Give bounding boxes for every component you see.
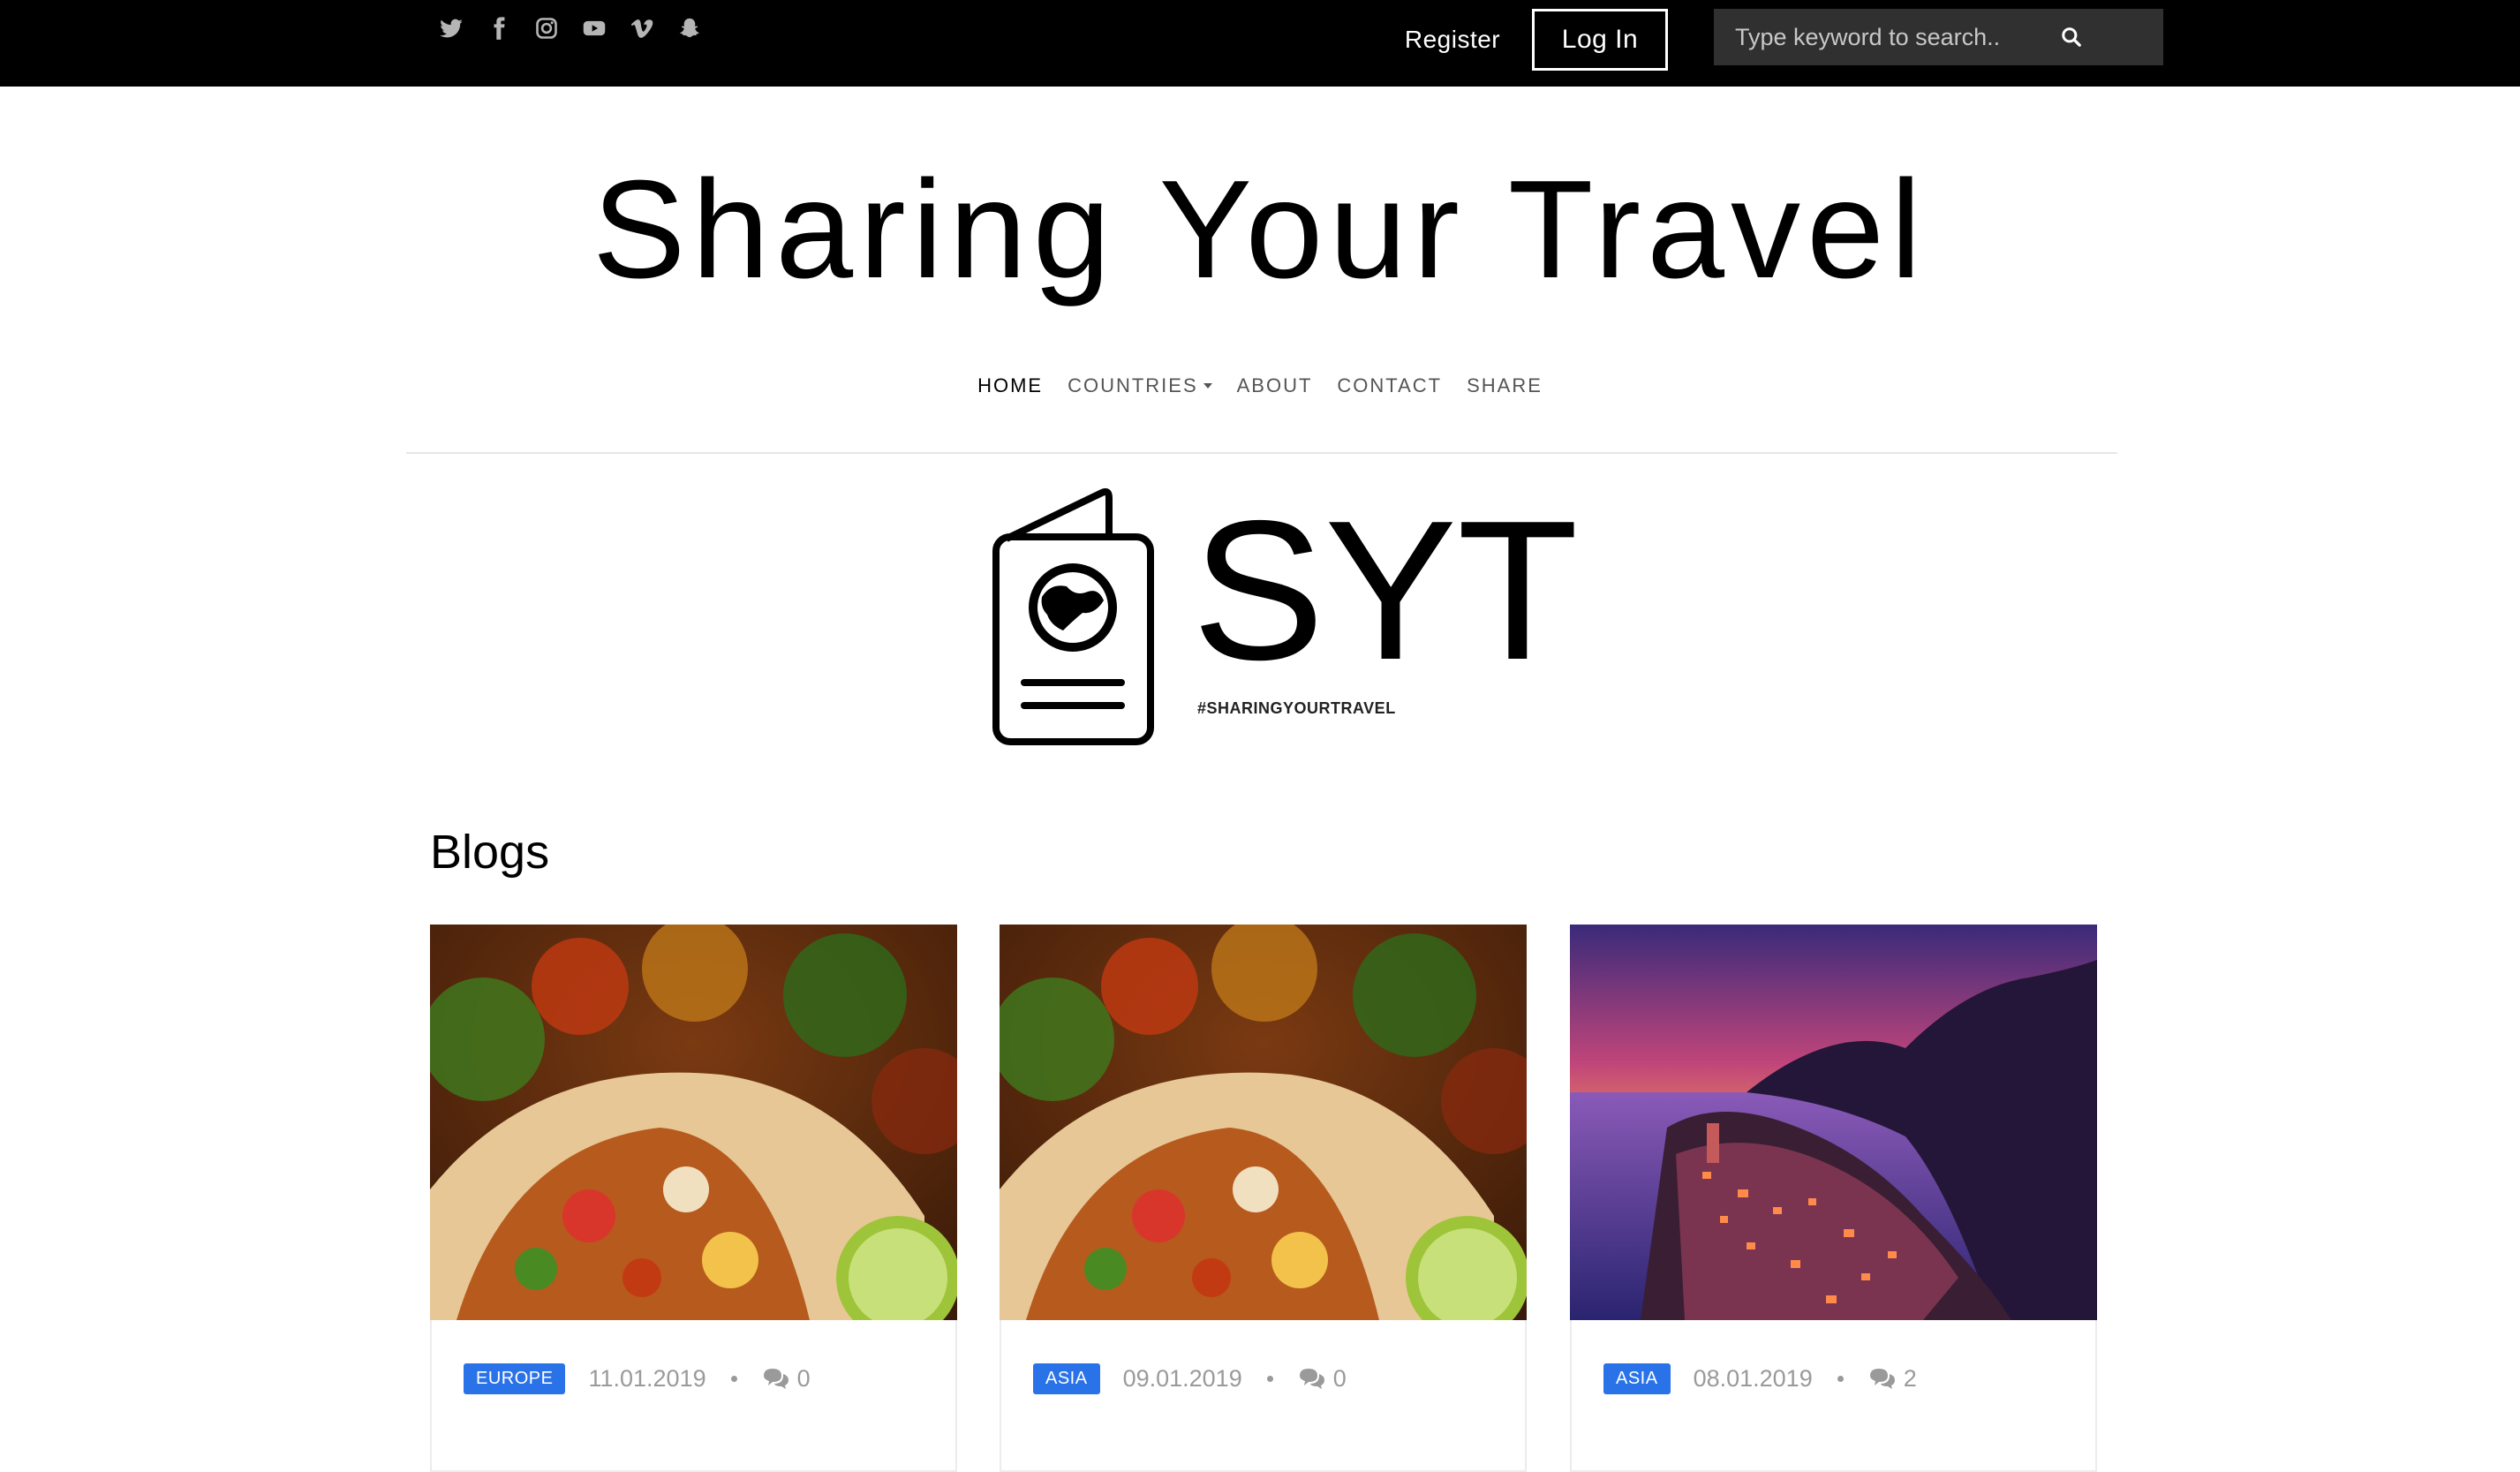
comments-icon — [1869, 1369, 1895, 1389]
facebook-icon[interactable] — [484, 13, 514, 43]
post-date: 11.01.2019 — [588, 1364, 706, 1392]
nav-share-label: SHARE — [1467, 374, 1543, 396]
comments-icon — [1299, 1369, 1324, 1389]
category-badge[interactable]: ASIA — [1033, 1363, 1100, 1394]
burrito-photo[interactable] — [430, 925, 957, 1320]
main-nav: HOME COUNTRIES ABOUT CONTACT SHARE — [0, 374, 2520, 397]
caret-down-icon — [1203, 383, 1212, 389]
snapchat-icon[interactable] — [675, 13, 705, 43]
social-links — [436, 12, 722, 44]
youtube-icon[interactable] — [579, 13, 609, 43]
nav-about[interactable]: ABOUT — [1237, 374, 1313, 397]
nav-share[interactable]: SHARE — [1467, 374, 1543, 397]
burrito-photo[interactable] — [1000, 925, 1527, 1320]
meta-separator — [1837, 1375, 1844, 1382]
meta-separator — [730, 1375, 737, 1382]
card-meta: EUROPE 11.01.2019 0 — [464, 1361, 811, 1396]
search-input[interactable] — [1714, 11, 2067, 64]
register-link[interactable]: Register — [1395, 9, 1510, 71]
blogs-heading: Blogs — [430, 826, 550, 879]
meta-separator — [1266, 1375, 1273, 1382]
top-bar: Register Log In — [0, 0, 2520, 87]
twitter-icon[interactable] — [436, 13, 466, 43]
passport-globe-icon — [992, 487, 1154, 745]
nav-countries-label: COUNTRIES — [1068, 374, 1198, 396]
nav-about-label: ABOUT — [1236, 374, 1313, 396]
nav-home[interactable]: HOME — [977, 374, 1043, 397]
header-divider — [406, 452, 2117, 454]
category-badge[interactable]: EUROPE — [464, 1363, 566, 1394]
instagram-icon[interactable] — [532, 13, 562, 43]
search-button[interactable] — [2049, 16, 2094, 58]
card-meta: ASIA 08.01.2019 2 — [1603, 1361, 1917, 1396]
search-box — [1714, 9, 2163, 65]
login-button[interactable]: Log In — [1532, 9, 1668, 71]
vimeo-icon[interactable] — [627, 13, 657, 43]
nav-contact-label: CONTACT — [1337, 374, 1443, 396]
nav-contact[interactable]: CONTACT — [1337, 374, 1442, 397]
site-logo[interactable]: SYT #SHARINGYOURTRAVEL — [989, 484, 1579, 749]
logo-tagline: #SHARINGYOURTRAVEL — [1197, 699, 1396, 717]
blog-card[interactable]: ASIA 08.01.2019 2 — [1570, 925, 2097, 1472]
nav-countries[interactable]: COUNTRIES — [1068, 374, 1212, 397]
comment-count-value: 2 — [1903, 1364, 1917, 1392]
comments-icon — [763, 1369, 788, 1389]
blog-card[interactable]: EUROPE 11.01.2019 0 — [430, 925, 957, 1472]
comment-count[interactable]: 0 — [762, 1365, 811, 1393]
comment-count[interactable]: 0 — [1298, 1365, 1347, 1393]
post-date: 08.01.2019 — [1693, 1364, 1813, 1392]
search-icon — [2062, 27, 2081, 47]
comment-count-value: 0 — [796, 1364, 811, 1392]
coastal-village-sunset-photo[interactable] — [1570, 925, 2097, 1320]
post-date: 09.01.2019 — [1122, 1364, 1242, 1392]
card-meta: ASIA 09.01.2019 0 — [1033, 1361, 1347, 1396]
comment-count-value: 0 — [1332, 1364, 1347, 1392]
site-title[interactable]: Sharing Your Travel — [0, 150, 2520, 309]
blog-card[interactable]: ASIA 09.01.2019 0 — [1000, 925, 1527, 1472]
category-badge[interactable]: ASIA — [1603, 1363, 1671, 1394]
comment-count[interactable]: 2 — [1868, 1365, 1917, 1393]
logo-text: SYT — [1192, 479, 1579, 701]
nav-home-label: HOME — [977, 374, 1044, 396]
